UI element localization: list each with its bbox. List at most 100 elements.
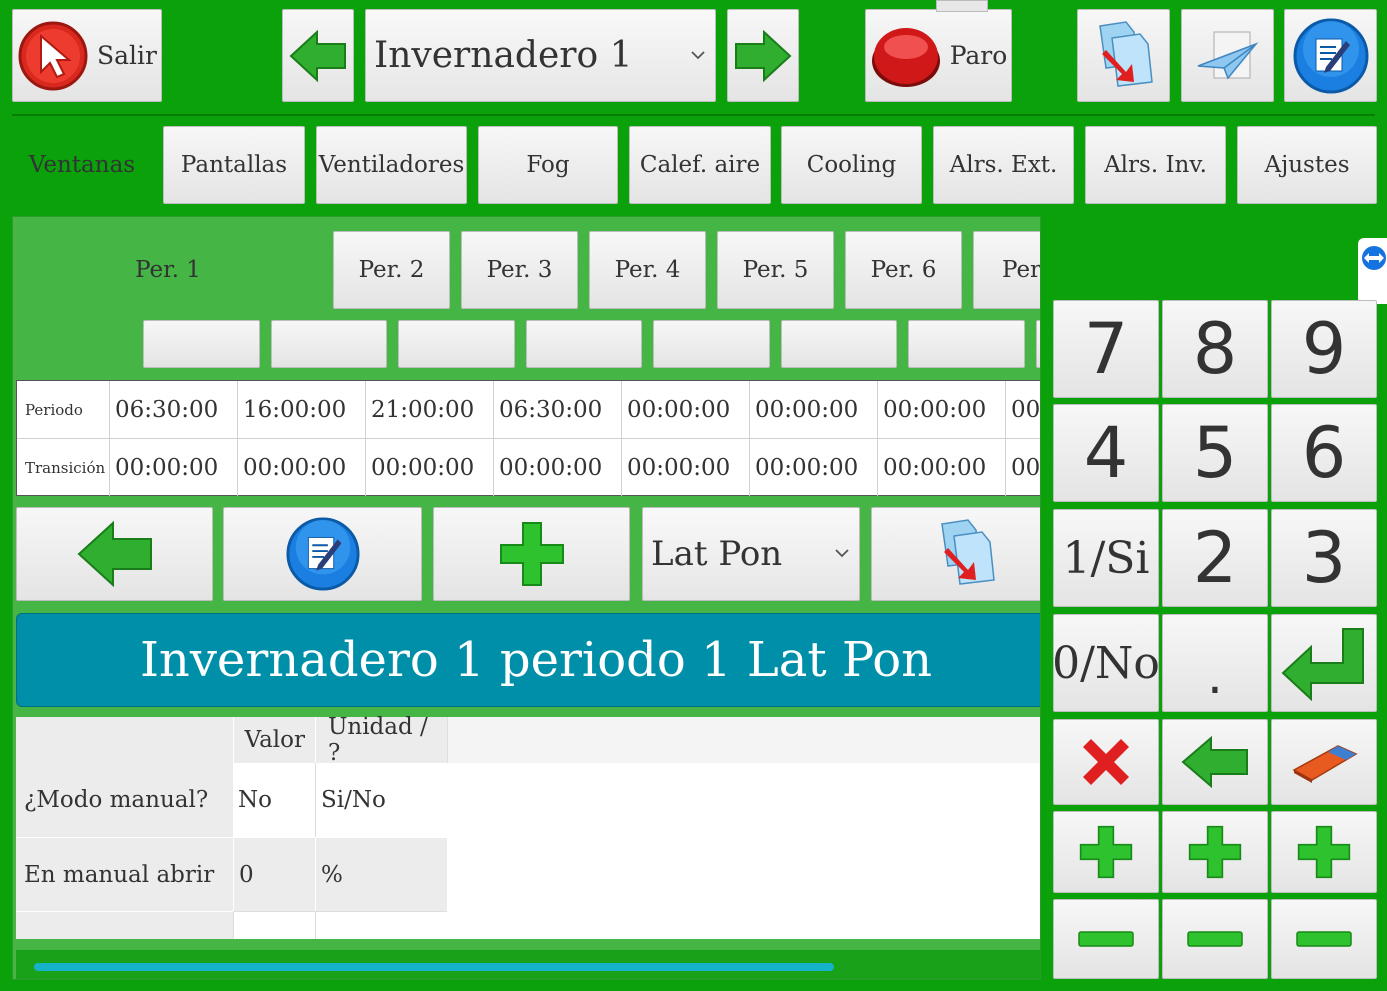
key-clear[interactable] — [1271, 719, 1377, 805]
add-button[interactable] — [433, 507, 630, 601]
tab-per-3-label: Per. 3 — [486, 257, 553, 283]
increment-button[interactable] — [1271, 811, 1377, 893]
transicion-cell[interactable]: 00:00:00 — [365, 439, 493, 496]
scrollbar-thumb[interactable] — [34, 963, 834, 971]
period-slot-button[interactable] — [1036, 320, 1040, 368]
param-value[interactable]: 0 — [233, 837, 315, 911]
key-3-label: 3 — [1301, 517, 1347, 599]
param-value[interactable]: No — [233, 763, 315, 837]
tab-per-5-label: Per. 5 — [742, 257, 809, 283]
period-slot-button[interactable] — [908, 320, 1025, 368]
greenhouse-select[interactable]: Invernadero 1 — [365, 9, 716, 102]
key-2-label: 2 — [1192, 517, 1238, 599]
transicion-cell[interactable]: 00:00:00 — [493, 439, 621, 496]
copy-button[interactable] — [1077, 9, 1170, 102]
key-cancel[interactable] — [1053, 719, 1159, 805]
key-3[interactable]: 3 — [1271, 509, 1377, 607]
tab-fog-label: Fog — [526, 152, 570, 178]
decrement-button[interactable] — [1271, 899, 1377, 979]
previous-greenhouse-button[interactable] — [282, 9, 354, 102]
key-9[interactable]: 9 — [1271, 300, 1377, 398]
tab-per-6[interactable]: Per. 6 — [845, 231, 962, 309]
edit-period-button[interactable] — [223, 507, 422, 601]
tab-ajustes[interactable]: Ajustes — [1237, 126, 1377, 204]
key-decimal[interactable]: . — [1162, 614, 1268, 712]
zone-select[interactable]: Lat Pon — [642, 507, 860, 601]
back-button[interactable] — [16, 507, 213, 601]
teamviewer-icon[interactable] — [1358, 238, 1387, 304]
key-0-no[interactable]: 0/No — [1052, 614, 1160, 712]
salir-button[interactable]: Salir — [12, 9, 162, 102]
minus-icon — [1296, 931, 1352, 947]
tab-per-5[interactable]: Per. 5 — [717, 231, 834, 309]
key-6[interactable]: 6 — [1271, 404, 1377, 502]
period-slot-button[interactable] — [526, 320, 642, 368]
tab-per-7[interactable]: Per. — [973, 231, 1040, 309]
periodo-cell[interactable]: 00: — [1005, 381, 1040, 438]
key-4[interactable]: 4 — [1053, 404, 1159, 502]
copy-period-button[interactable] — [871, 507, 1040, 601]
tab-per-2[interactable]: Per. 2 — [333, 231, 450, 309]
tab-per-4[interactable]: Per. 4 — [589, 231, 706, 309]
periodo-cell[interactable]: 16:00:00 — [237, 381, 365, 438]
tab-per-1-label: Per. 1 — [135, 257, 201, 283]
transicion-cell[interactable]: 00:00:00 — [749, 439, 877, 496]
tab-per-1[interactable]: Per. 1 — [103, 231, 233, 309]
params-grid: Valor Unidad / ? ¿Modo manual? No Si/No … — [16, 714, 1040, 939]
tab-ajustes-label: Ajustes — [1264, 152, 1350, 178]
periodo-row-label: Periodo — [25, 400, 83, 419]
backspace-icon — [1181, 736, 1249, 788]
key-1-si[interactable]: 1/Si — [1053, 509, 1159, 607]
plus-icon — [1079, 825, 1133, 879]
periodo-cell[interactable]: 00:00:00 — [749, 381, 877, 438]
period-slot-button[interactable] — [143, 320, 260, 368]
tab-ventanas[interactable]: Ventanas — [12, 126, 152, 204]
edit-button[interactable] — [1284, 9, 1377, 102]
increment-button[interactable] — [1053, 811, 1159, 893]
tab-fog[interactable]: Fog — [478, 126, 618, 204]
tab-per-3[interactable]: Per. 3 — [461, 231, 578, 309]
period-slot-button[interactable] — [271, 320, 387, 368]
period-slot-button[interactable] — [653, 320, 770, 368]
tab-cooling[interactable]: Cooling — [781, 126, 922, 204]
window-handle-icon[interactable] — [936, 0, 988, 12]
tab-alrs-inv-label: Alrs. Inv. — [1104, 152, 1207, 178]
tab-per-6-label: Per. 6 — [870, 257, 937, 283]
periodo-cell[interactable]: 06:30:00 — [109, 381, 237, 438]
paro-button[interactable]: Paro — [865, 9, 1012, 102]
plus-icon — [1297, 825, 1351, 879]
tab-pantallas[interactable]: Pantallas — [163, 126, 305, 204]
key-backspace[interactable] — [1162, 719, 1268, 805]
increment-button[interactable] — [1162, 811, 1268, 893]
horizontal-scrollbar[interactable] — [16, 950, 1040, 979]
period-slot-button[interactable] — [398, 320, 515, 368]
periodo-cell[interactable]: 06:30:00 — [493, 381, 621, 438]
period-slot-button[interactable] — [781, 320, 897, 368]
transicion-cell[interactable]: 00:00:00 — [877, 439, 1005, 496]
stop-button-icon — [870, 23, 942, 89]
transicion-cell[interactable]: 00: — [1005, 439, 1040, 496]
key-enter[interactable] — [1271, 614, 1377, 712]
periodo-cell[interactable]: 00:00:00 — [621, 381, 749, 438]
decrement-button[interactable] — [1162, 899, 1268, 979]
key-8[interactable]: 8 — [1162, 300, 1268, 398]
periodo-cell[interactable]: 21:00:00 — [365, 381, 493, 438]
key-7[interactable]: 7 — [1053, 300, 1159, 398]
tab-alrs-ext[interactable]: Alrs. Ext. — [933, 126, 1074, 204]
send-button[interactable] — [1181, 9, 1274, 102]
next-greenhouse-button[interactable] — [727, 9, 799, 102]
transicion-cell[interactable]: 00:00:00 — [109, 439, 237, 496]
transicion-cell[interactable]: 00:00:00 — [621, 439, 749, 496]
unidad-header: Unidad / ? — [315, 714, 447, 766]
tab-ventiladores[interactable]: Ventiladores — [316, 126, 467, 204]
key-9-label: 9 — [1301, 308, 1347, 390]
send-paper-plane-icon — [1194, 22, 1262, 90]
key-5[interactable]: 5 — [1162, 404, 1268, 502]
tab-calef-aire[interactable]: Calef. aire — [629, 126, 771, 204]
periodo-cell[interactable]: 00:00:00 — [877, 381, 1005, 438]
key-2[interactable]: 2 — [1162, 509, 1268, 607]
tab-alrs-inv[interactable]: Alrs. Inv. — [1085, 126, 1226, 204]
transicion-cell[interactable]: 00:00:00 — [237, 439, 365, 496]
eraser-icon — [1288, 740, 1360, 784]
decrement-button[interactable] — [1053, 899, 1159, 979]
